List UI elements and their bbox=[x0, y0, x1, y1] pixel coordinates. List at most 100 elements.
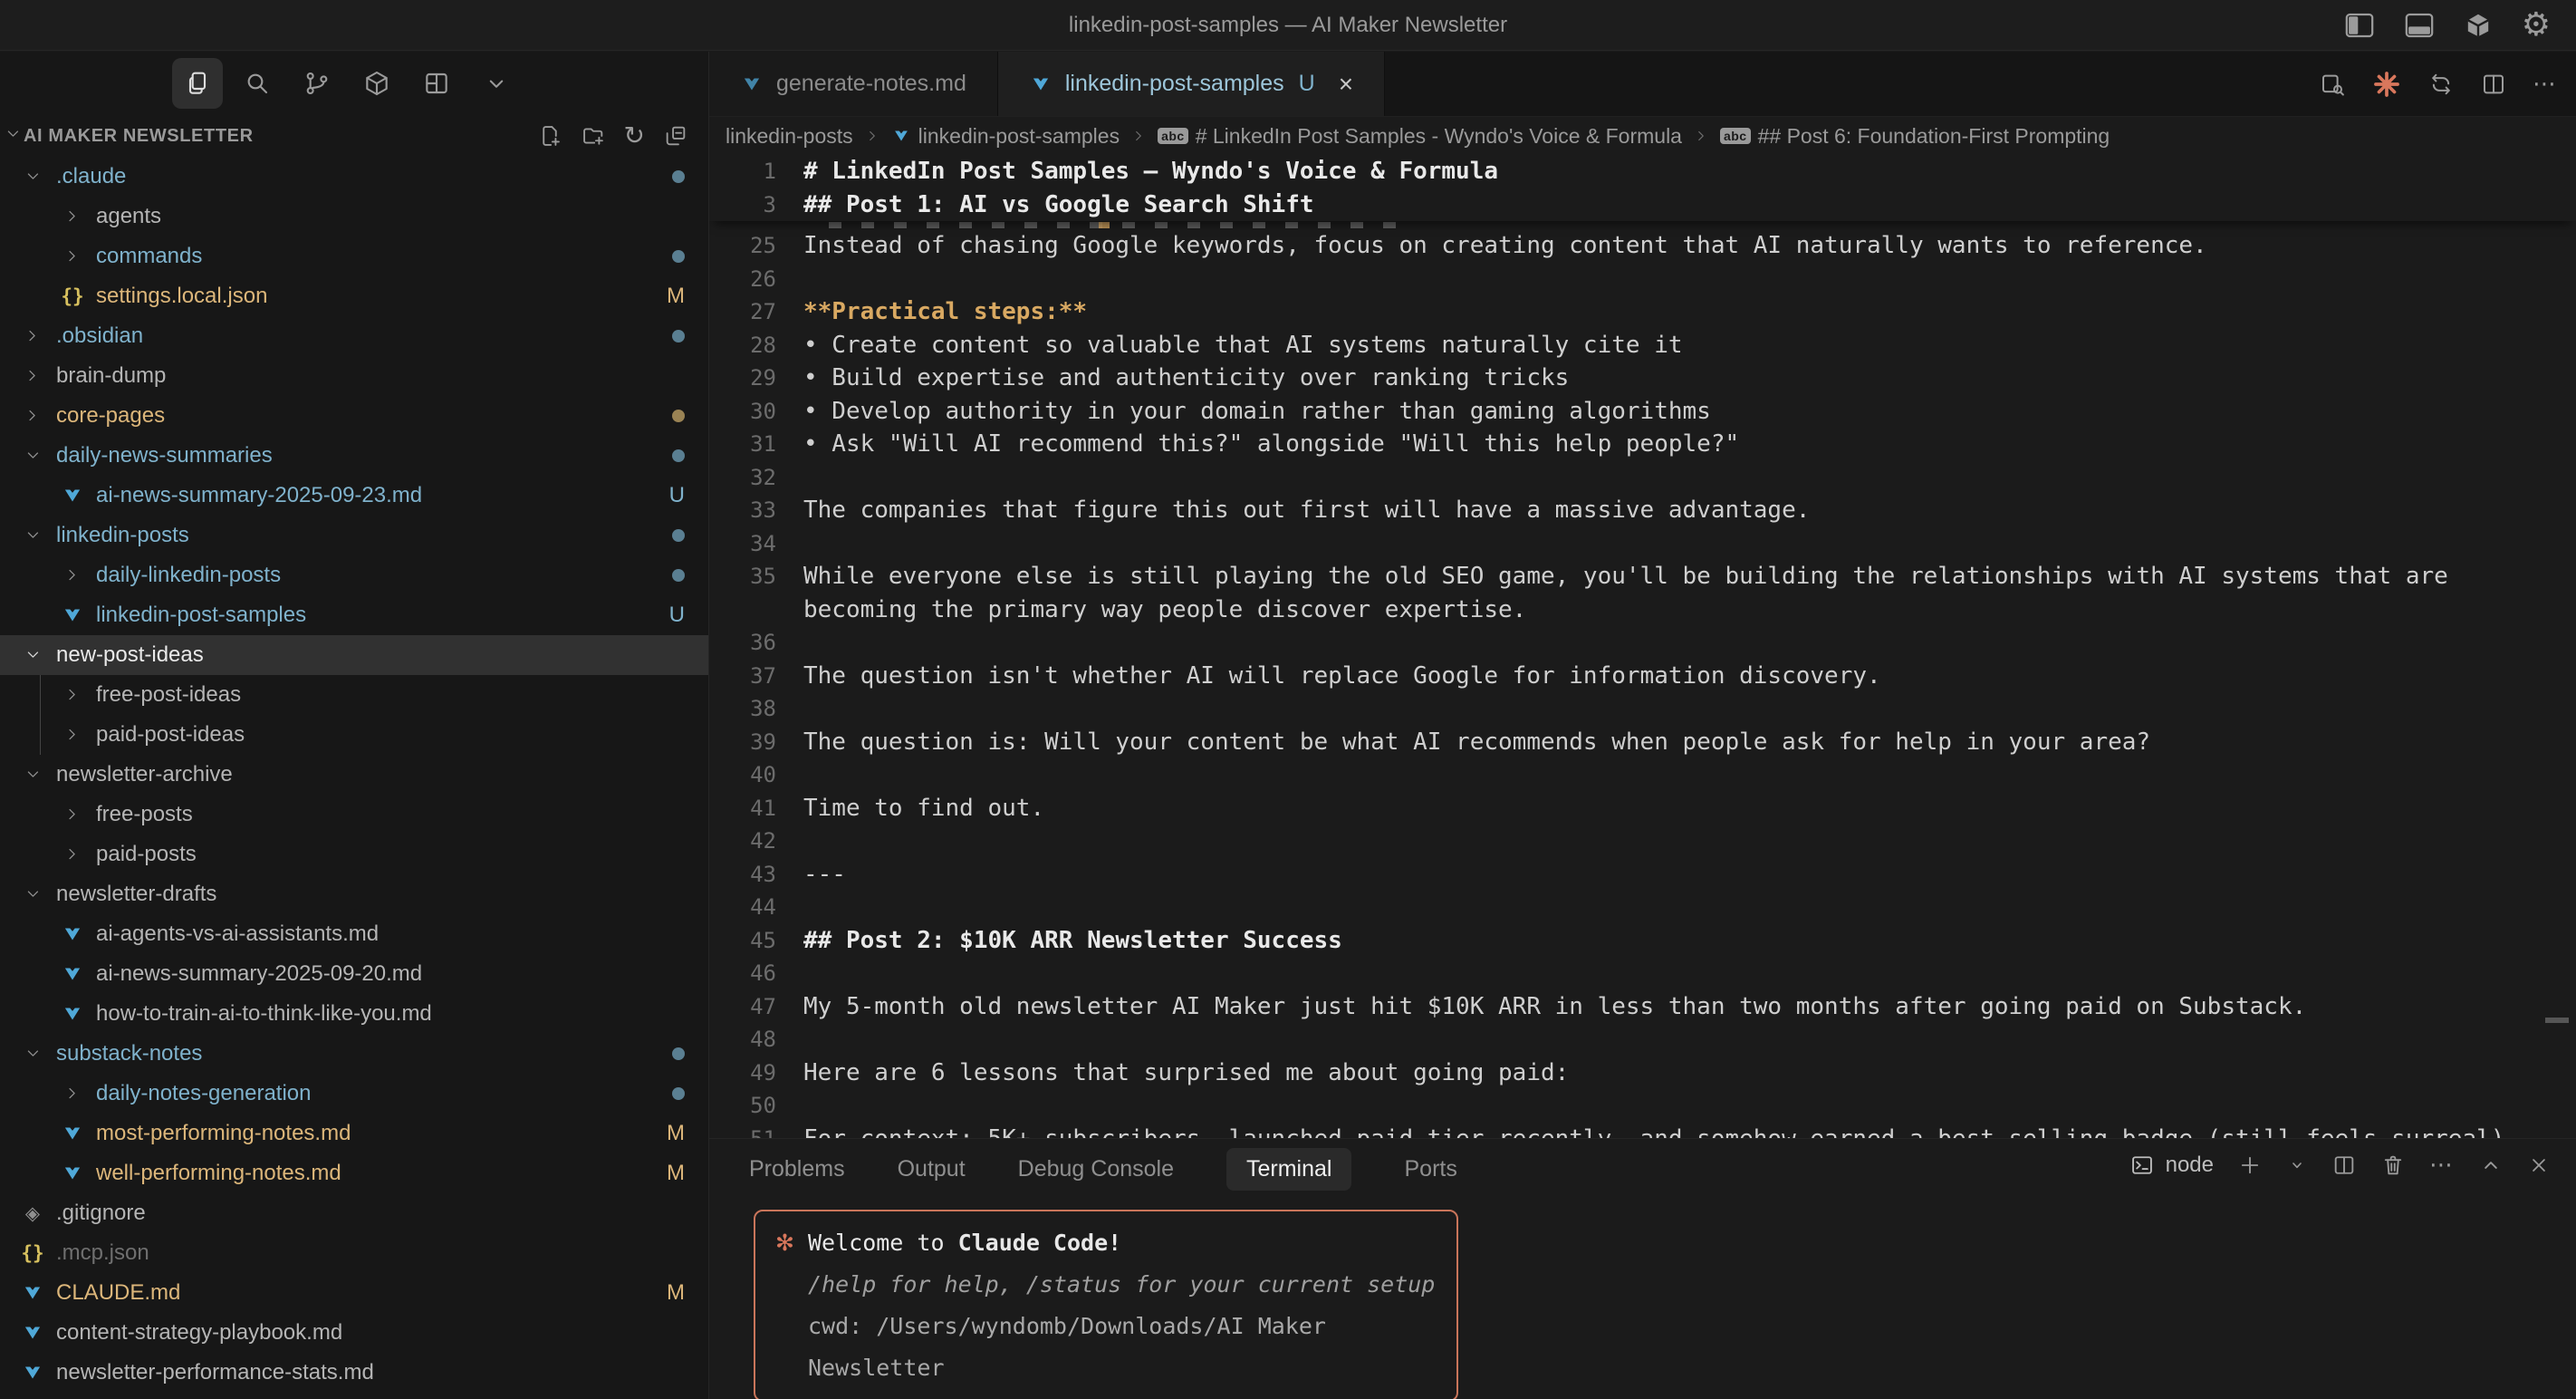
plus-icon[interactable] bbox=[2237, 1153, 2263, 1178]
layout-grid-icon[interactable] bbox=[411, 58, 462, 109]
line-text: Here are 6 lessons that surprised me abo… bbox=[803, 1056, 2576, 1090]
package-icon[interactable] bbox=[351, 58, 402, 109]
tree-item[interactable]: free-post-ideas bbox=[0, 675, 708, 715]
tree-item[interactable]: daily-news-summaries bbox=[0, 436, 708, 476]
tree-item[interactable]: commands bbox=[0, 236, 708, 276]
new-file-icon[interactable] bbox=[537, 123, 562, 149]
tree-item[interactable]: well-performing-notes.mdM bbox=[0, 1153, 708, 1193]
gear-icon[interactable]: ⚙ bbox=[2522, 9, 2551, 42]
line-number: 40 bbox=[709, 758, 803, 792]
tree-item[interactable]: content-strategy-playbook.md bbox=[0, 1313, 708, 1353]
panel-tab-debug-console[interactable]: Debug Console bbox=[1018, 1156, 1174, 1182]
window-controls: ⚙ bbox=[2344, 0, 2551, 50]
tree-item[interactable]: ai-agents-vs-ai-assistants.md bbox=[0, 914, 708, 954]
chevron-down-small-icon[interactable] bbox=[2286, 1154, 2308, 1176]
split-icon[interactable] bbox=[2480, 71, 2507, 98]
layout-panel-icon[interactable] bbox=[2404, 12, 2435, 39]
dots-icon[interactable]: ⋯ bbox=[2533, 72, 2558, 96]
search-icon[interactable] bbox=[232, 58, 283, 109]
editor-scrollbar[interactable] bbox=[2545, 1018, 2569, 1023]
line-number: 26 bbox=[709, 263, 803, 296]
tree-item[interactable]: CLAUDE.mdM bbox=[0, 1273, 708, 1313]
tree-item[interactable]: agents bbox=[0, 197, 708, 236]
breadcrumb-item[interactable]: abc# LinkedIn Post Samples - Wyndo's Voi… bbox=[1158, 124, 1682, 149]
line-number: 25 bbox=[709, 229, 803, 263]
chevron-up-icon[interactable] bbox=[2478, 1153, 2504, 1178]
code-line: 44 bbox=[709, 891, 2576, 924]
source-control-icon[interactable] bbox=[292, 58, 342, 109]
refresh-icon[interactable]: ↻ bbox=[624, 123, 645, 149]
tree-item[interactable]: newsletter-archive bbox=[0, 755, 708, 795]
collapse-all-icon[interactable] bbox=[663, 123, 688, 149]
tree-item[interactable]: ai-news-summary-2025-09-20.md bbox=[0, 954, 708, 994]
trash-icon[interactable] bbox=[2380, 1153, 2406, 1178]
line-number: 50 bbox=[709, 1089, 803, 1123]
code-line: 32 bbox=[709, 461, 2576, 495]
tree-item[interactable]: most-performing-notes.mdM bbox=[0, 1114, 708, 1153]
chevron-right-icon bbox=[56, 726, 89, 744]
tree-item[interactable]: ai-news-summary-2025-09-23.mdU bbox=[0, 476, 708, 516]
git-status-badge: M bbox=[667, 1280, 685, 1306]
tree-item[interactable]: linkedin-post-samplesU bbox=[0, 595, 708, 635]
tree-item[interactable]: free-posts bbox=[0, 795, 708, 835]
tree-item[interactable]: .obsidian bbox=[0, 316, 708, 356]
tree-item[interactable]: new-post-ideas bbox=[0, 635, 708, 675]
files-icon[interactable] bbox=[172, 58, 223, 109]
cube-icon[interactable] bbox=[2464, 11, 2493, 40]
breadcrumb-item[interactable]: linkedin-post-samples bbox=[891, 124, 1120, 149]
dots-icon[interactable]: ⋯ bbox=[2429, 1153, 2455, 1177]
tree-item[interactable]: daily-linkedin-posts bbox=[0, 555, 708, 595]
tree-item[interactable]: newsletter-performance-stats.md bbox=[0, 1353, 708, 1393]
markdown-file-icon bbox=[56, 484, 89, 507]
code-line: 1# LinkedIn Post Samples — Wyndo's Voice… bbox=[709, 155, 2576, 188]
line-number: 39 bbox=[709, 726, 803, 759]
git-dot-badge bbox=[672, 569, 685, 582]
claude-starburst-icon[interactable] bbox=[2371, 69, 2402, 100]
editor-tab[interactable]: linkedin-post-samplesU× bbox=[998, 52, 1385, 116]
terminal-output[interactable]: ✻ Welcome to Claude Code! /help for help… bbox=[754, 1210, 1458, 1399]
new-folder-icon[interactable] bbox=[581, 123, 606, 149]
code-line: 45## Post 2: $10K ARR Newsletter Success bbox=[709, 924, 2576, 958]
tree-item[interactable]: substack-notes bbox=[0, 1034, 708, 1074]
tree-item[interactable]: paid-post-ideas bbox=[0, 715, 708, 755]
breadcrumb-item[interactable]: abc## Post 6: Foundation-First Prompting bbox=[1720, 124, 2110, 149]
terminal-shell-entry[interactable]: node bbox=[2129, 1153, 2214, 1178]
tree-item-label: ai-news-summary-2025-09-23.md bbox=[96, 483, 422, 508]
editor-tab[interactable]: generate-notes.md bbox=[709, 52, 998, 116]
tree-item[interactable]: brain-dump bbox=[0, 356, 708, 396]
sync-icon[interactable] bbox=[2427, 71, 2455, 98]
tree-item[interactable]: {}settings.local.jsonM bbox=[0, 276, 708, 316]
tree-item[interactable]: newsletter-drafts bbox=[0, 874, 708, 914]
tree-item[interactable]: linkedin-posts bbox=[0, 516, 708, 555]
breadcrumb-item[interactable]: linkedin-posts bbox=[726, 124, 853, 149]
line-number: 31 bbox=[709, 428, 803, 461]
layout-sidebar-icon[interactable] bbox=[2344, 12, 2375, 39]
panel-tab-terminal[interactable]: Terminal bbox=[1226, 1148, 1351, 1191]
line-text: • Build expertise and authenticity over … bbox=[803, 362, 2576, 395]
tab-git-badge: U bbox=[1299, 71, 1315, 97]
line-text: ## Post 2: $10K ARR Newsletter Success bbox=[803, 924, 2576, 958]
tree-item[interactable]: how-to-train-ai-to-think-like-you.md bbox=[0, 994, 708, 1034]
tree-item[interactable]: {}.mcp.json bbox=[0, 1233, 708, 1273]
explorer-collapse-chevron-icon[interactable] bbox=[4, 125, 20, 148]
tree-item[interactable]: paid-posts bbox=[0, 835, 708, 874]
code-editor[interactable]: 1# LinkedIn Post Samples — Wyndo's Voice… bbox=[709, 155, 2576, 1138]
panel-tab-problems[interactable]: Problems bbox=[749, 1156, 845, 1182]
breadcrumb-label: linkedin-posts bbox=[726, 124, 853, 149]
markdown-file-icon bbox=[16, 1361, 49, 1385]
panel-tab-output[interactable]: Output bbox=[898, 1156, 966, 1182]
preview-icon[interactable] bbox=[2319, 71, 2346, 98]
tree-item-label: ai-news-summary-2025-09-20.md bbox=[96, 961, 422, 987]
tree-item[interactable]: core-pages bbox=[0, 396, 708, 436]
git-status-badge: M bbox=[667, 284, 685, 309]
tree-item[interactable]: ◈.gitignore bbox=[0, 1193, 708, 1233]
chevron-down-icon[interactable] bbox=[471, 58, 522, 109]
code-line: 49Here are 6 lessons that surprised me a… bbox=[709, 1056, 2576, 1090]
panel-tab-ports[interactable]: Ports bbox=[1404, 1156, 1456, 1182]
close-icon[interactable] bbox=[2527, 1153, 2551, 1177]
tree-item[interactable]: daily-notes-generation bbox=[0, 1074, 708, 1114]
tree-item[interactable]: .claude bbox=[0, 157, 708, 197]
chevron-down-icon bbox=[16, 766, 49, 784]
split-panel-icon[interactable] bbox=[2331, 1153, 2357, 1178]
tab-close-icon[interactable]: × bbox=[1339, 72, 1353, 97]
